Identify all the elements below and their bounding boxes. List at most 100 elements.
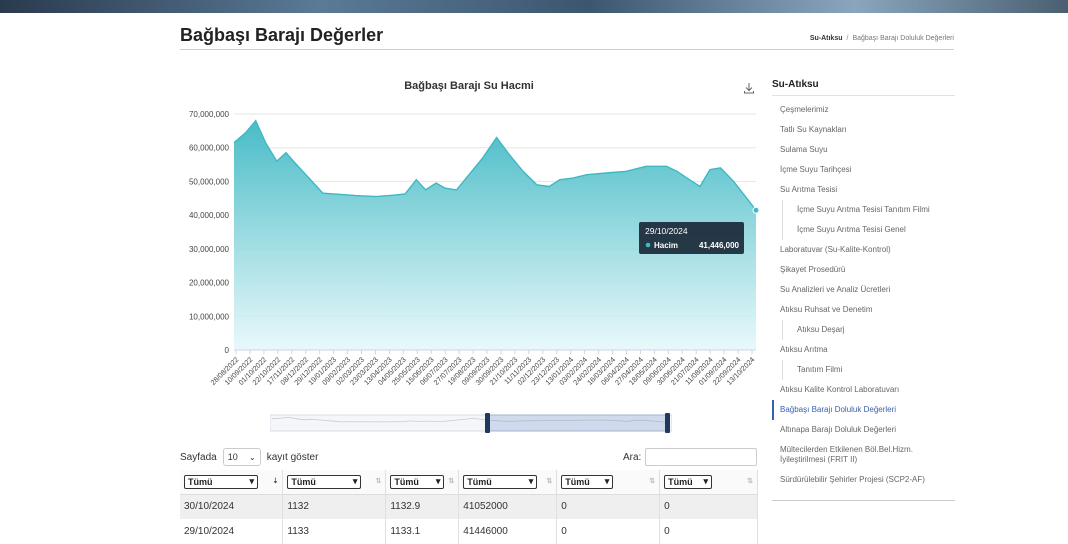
sidebar-item[interactable]: Sürdürülebilir Şehirler Projesi (SCP2-AF… [772, 470, 955, 490]
chevron-down-icon: ▾ [352, 476, 358, 487]
sidebar-item[interactable]: İçme Suyu Tarihçesi [772, 160, 955, 180]
sidebar-item[interactable]: Çeşmelerimiz [772, 100, 955, 120]
tooltip-value: 41,446,000 [699, 241, 740, 250]
table-cell: 1133.1 [385, 519, 460, 544]
column-filter-cell: Tümü ▾ ⇅ [659, 470, 758, 494]
sort-icon[interactable]: ⇅ [448, 477, 454, 485]
sort-icon[interactable]: ⇅ [747, 477, 753, 485]
y-tick-label: 30,000,000 [189, 245, 230, 254]
sidebar-item[interactable]: Tatlı Su Kaynakları [772, 120, 955, 140]
sidebar-item[interactable]: Laboratuvar (Su-Kalite-Kontrol) [772, 240, 955, 260]
sidebar-item[interactable]: Sulama Suyu [772, 140, 955, 160]
table-search-control: Ara: [623, 448, 758, 466]
y-tick-label: 70,000,000 [189, 110, 230, 119]
sort-icon[interactable]: ⇅ [649, 477, 655, 485]
tooltip-date: 29/10/2024 [645, 226, 688, 236]
tooltip-series-name: Hacim [654, 241, 678, 250]
data-table: Tümü ▾ ⇣ Tümü ▾ ⇅ Tümü ▾ ⇅ Tümü ▾ ⇅ Tümü ▾ ⇅ Tümü ▾… [180, 470, 758, 544]
column-filter-cell: Tümü ▾ ⇅ [282, 470, 387, 494]
sidebar-item[interactable]: Atıksu Ruhsat ve Denetim [772, 300, 955, 320]
table-row: 30/10/2024 1132 1132.9 41052000 0 0 [180, 494, 758, 519]
column-filter-select[interactable]: Tümü ▾ [561, 474, 614, 489]
breadcrumb: Su-Atıksu / Bağbaşı Barajı Doluluk Değerle… [810, 35, 954, 42]
table-cell: 1132 [282, 494, 387, 519]
y-tick-label: 0 [225, 346, 230, 355]
y-tick-label: 50,000,000 [189, 177, 230, 186]
title-divider [180, 49, 954, 50]
navigator-right-handle[interactable] [665, 413, 670, 433]
column-filter-select[interactable]: Tümü ▾ [664, 474, 713, 489]
volume-chart[interactable]: 70,000,000 60,000,000 50,000,000 40,000,000… [178, 74, 760, 444]
table-cell: 1132.9 [385, 494, 460, 519]
chart-title: Bağbaşı Barajı Su Hacmi [404, 80, 534, 92]
table-cell: 0 [556, 494, 661, 519]
filter-label: Tümü [565, 476, 590, 487]
sidebar-item[interactable]: İçme Suyu Arıtma Tesisi Tanıtım Filmi [782, 200, 955, 220]
header-banner-image [0, 0, 1068, 13]
table-cell: 41446000 [458, 519, 558, 544]
download-icon[interactable] [743, 82, 755, 94]
table-cell: 0 [659, 494, 758, 519]
sidebar-item[interactable]: Su Arıtma Tesisi [772, 180, 955, 200]
sidebar-item[interactable]: Atıksu Kalite Kontrol Laboratuvarı [772, 380, 955, 400]
tooltip-series-dot [645, 242, 651, 248]
sidebar-menu: Çeşmelerimiz Tatlı Su Kaynakları Sulama Su… [772, 100, 955, 490]
column-filter-cell: Tümü ▾ ⇅ [385, 470, 460, 494]
length-label-after: kayıt göster [266, 451, 319, 463]
navigator-selected-range[interactable] [486, 414, 669, 432]
table-row: 29/10/2024 1133 1133.1 41446000 0 0 [180, 519, 758, 544]
y-tick-label: 60,000,000 [189, 144, 230, 153]
sidebar-item[interactable]: İçme Suyu Arıtma Tesisi Genel [782, 220, 955, 240]
column-filter-cell: Tümü ▾ ⇅ [556, 470, 661, 494]
y-tick-label: 40,000,000 [189, 211, 230, 220]
filter-row: Tümü ▾ ⇣ Tümü ▾ ⇅ Tümü ▾ ⇅ Tümü ▾ ⇅ Tümü ▾ ⇅ Tümü ▾… [180, 470, 758, 494]
sidebar: Su-Atıksu Çeşmelerimiz Tatlı Su Kaynaklar… [772, 79, 955, 490]
sidebar-item[interactable]: Mültecilerden Etkilenen Böl.Bel.Hizm. İy… [772, 440, 955, 470]
page-length-select[interactable]: 10 ⌄ [222, 448, 261, 466]
column-filter-select[interactable]: Tümü ▾ [287, 474, 362, 489]
filter-label: Tümü [668, 476, 693, 487]
y-tick-label: 20,000,000 [189, 279, 230, 288]
table-cell: 0 [659, 519, 758, 544]
sidebar-item[interactable]: Bağbaşı Barajı Doluluk Değerleri [772, 400, 955, 420]
search-input[interactable] [645, 448, 758, 466]
filter-label: Tümü [467, 476, 492, 487]
sidebar-item[interactable]: Altınapa Barajı Doluluk Değerleri [772, 420, 955, 440]
sort-icon[interactable]: ⇣ [273, 477, 279, 485]
sidebar-item[interactable]: Su Analizleri ve Analiz Ücretleri [772, 280, 955, 300]
filter-label: Tümü [188, 476, 213, 487]
filter-label: Tümü [394, 476, 419, 487]
table-cell: 30/10/2024 [180, 494, 284, 519]
length-label-before: Sayfada [180, 451, 217, 463]
chart-container: 70,000,000 60,000,000 50,000,000 40,000,000… [178, 74, 760, 444]
column-filter-select[interactable]: Tümü ▾ [184, 474, 258, 489]
sidebar-item[interactable]: Şikayet Prosedürü [772, 260, 955, 280]
chevron-down-icon: ▾ [435, 476, 441, 487]
page-length-control: Sayfada 10 ⌄ kayıt göster [180, 448, 318, 466]
table-cell: 29/10/2024 [180, 519, 284, 544]
navigator-left-handle[interactable] [485, 413, 490, 433]
chevron-down-icon: ⌄ [249, 452, 256, 462]
sidebar-item[interactable]: Atıksu Arıtma [772, 340, 955, 360]
breadcrumb-parent-link[interactable]: Su-Atıksu [810, 35, 843, 42]
sort-icon[interactable]: ⇅ [546, 477, 552, 485]
page-title: Bağbaşı Barajı Değerler [180, 25, 384, 45]
table-cell: 0 [556, 519, 661, 544]
chevron-down-icon: ▾ [528, 476, 534, 487]
column-filter-select[interactable]: Tümü ▾ [463, 474, 538, 489]
sidebar-item[interactable]: Atıksu Deşarj [782, 320, 955, 340]
column-filter-cell: Tümü ▾ ⇅ [458, 470, 558, 494]
table-cell: 41052000 [458, 494, 558, 519]
page-length-value: 10 [227, 452, 238, 462]
chevron-down-icon: ▾ [604, 476, 610, 487]
sidebar-item[interactable]: Tanıtım Filmi [782, 360, 955, 380]
chevron-down-icon: ▾ [703, 476, 709, 487]
column-filter-select[interactable]: Tümü ▾ [390, 474, 445, 489]
sidebar-divider [772, 500, 955, 501]
hover-point-marker[interactable] [752, 206, 760, 214]
sidebar-title: Su-Atıksu [772, 79, 955, 96]
chart-range-navigator[interactable] [270, 412, 672, 434]
search-label: Ara: [623, 451, 642, 463]
breadcrumb-current: Bağbaşı Barajı Doluluk Değerleri [852, 35, 954, 42]
sort-icon[interactable]: ⇅ [375, 477, 381, 485]
